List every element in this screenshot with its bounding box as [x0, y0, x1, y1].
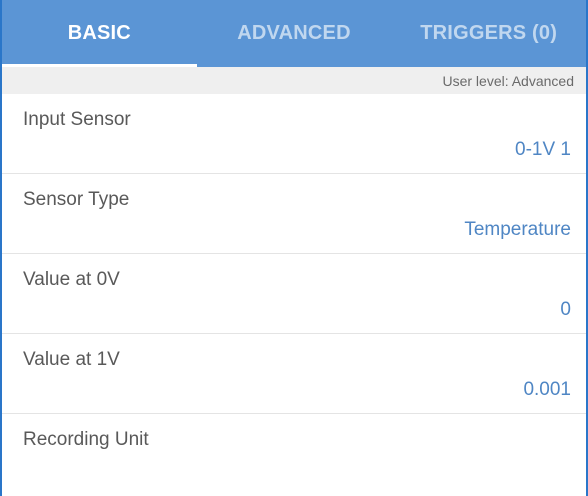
- setting-label: Input Sensor: [23, 109, 131, 130]
- user-level-text: User level: Advanced: [442, 72, 574, 89]
- setting-value: 0-1V 1: [515, 139, 571, 160]
- tab-triggers[interactable]: TRIGGERS (0): [391, 0, 586, 67]
- setting-row-input-sensor[interactable]: Input Sensor 0-1V 1: [2, 94, 586, 174]
- setting-row-sensor-type[interactable]: Sensor Type Temperature: [2, 174, 586, 254]
- tab-advanced[interactable]: ADVANCED: [197, 0, 392, 67]
- setting-label: Recording Unit: [23, 429, 149, 450]
- user-level-bar: User level: Advanced: [2, 67, 586, 94]
- setting-label: Sensor Type: [23, 189, 130, 210]
- setting-row-recording-unit[interactable]: Recording Unit: [2, 414, 586, 494]
- tab-bar: BASIC ADVANCED TRIGGERS (0): [2, 0, 586, 67]
- tab-basic[interactable]: BASIC: [2, 0, 197, 67]
- setting-label: Value at 0V: [23, 269, 120, 290]
- setting-value: 0: [560, 299, 571, 320]
- setting-row-value-at-0v[interactable]: Value at 0V 0: [2, 254, 586, 334]
- setting-row-value-at-1v[interactable]: Value at 1V 0.001: [2, 334, 586, 414]
- setting-value: Temperature: [464, 219, 571, 240]
- setting-value: 0.001: [523, 379, 571, 400]
- app-window: BASIC ADVANCED TRIGGERS (0) User level: …: [0, 0, 588, 496]
- setting-label: Value at 1V: [23, 349, 120, 370]
